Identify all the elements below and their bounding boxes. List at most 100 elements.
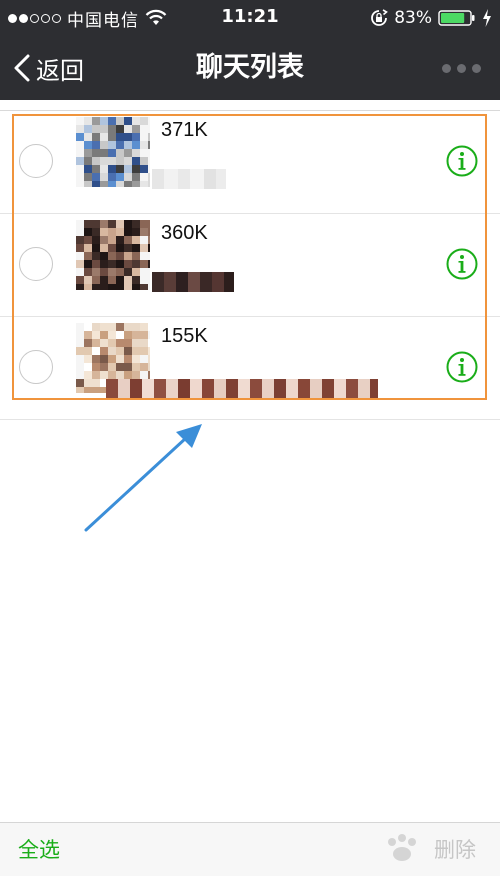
avatar-pixel	[140, 117, 148, 125]
chat-row[interactable]: 360K	[0, 214, 500, 317]
avatar-pixel	[76, 379, 84, 387]
chat-row[interactable]: 155K	[0, 317, 500, 420]
avatar-pixel	[84, 149, 92, 157]
avatar-pixel	[116, 355, 124, 363]
avatar-pixel	[100, 244, 108, 252]
avatar-pixel	[140, 125, 148, 133]
avatar-pixel	[140, 228, 148, 236]
avatar-pixel	[108, 355, 116, 363]
avatar-pixel	[140, 252, 148, 260]
avatar-pixel	[100, 133, 108, 141]
avatar-pixel	[92, 133, 100, 141]
battery-percent: 83%	[394, 8, 432, 28]
avatar-pixel	[92, 157, 100, 165]
avatar-pixel	[100, 149, 108, 157]
avatar-pixel	[76, 276, 84, 284]
avatar-pixel	[148, 141, 150, 149]
avatar-pixel	[140, 355, 148, 363]
avatar-pixel	[92, 149, 100, 157]
back-button[interactable]: 返回	[12, 36, 84, 100]
avatar-pixel	[116, 260, 124, 268]
avatar-pixel	[100, 125, 108, 133]
avatar-pixel	[100, 228, 108, 236]
avatar-pixel	[76, 149, 84, 157]
avatar-pixel	[76, 133, 84, 141]
avatar-pixel	[132, 252, 140, 260]
delete-button[interactable]: 删除	[434, 823, 476, 876]
avatar-pixel	[132, 355, 140, 363]
avatar-pixel	[124, 355, 132, 363]
avatar-pixel	[116, 339, 124, 347]
avatar-pixel	[140, 339, 148, 347]
avatar-pixel	[116, 363, 124, 371]
avatar-pixel	[84, 371, 92, 379]
avatar-pixel	[100, 236, 108, 244]
select-all-button[interactable]: 全选	[18, 823, 60, 876]
avatar-pixel	[76, 117, 84, 125]
avatar-pixel	[92, 331, 100, 339]
avatar-pixel	[100, 117, 108, 125]
chevron-left-icon	[14, 54, 30, 82]
bottom-toolbar: 全选 删除	[0, 822, 500, 876]
avatar-pixel	[100, 331, 108, 339]
avatar-pixel	[108, 252, 116, 260]
avatar-pixel	[108, 117, 116, 125]
avatar-pixel	[140, 141, 148, 149]
avatar-pixel	[140, 149, 148, 157]
avatar-pixel	[140, 323, 148, 331]
select-radio[interactable]	[19, 247, 53, 281]
chat-list: 371K 360K 155K	[0, 100, 500, 420]
avatar-pixel	[124, 331, 132, 339]
avatar-pixel	[108, 331, 116, 339]
avatar-pixel	[84, 236, 92, 244]
rotation-lock-icon	[371, 9, 389, 26]
avatar-pixel	[76, 387, 84, 393]
avatar-pixel	[124, 141, 132, 149]
avatar-pixel	[108, 133, 116, 141]
info-icon[interactable]	[446, 248, 478, 280]
signal-dots-icon	[8, 13, 61, 23]
avatar-pixel	[124, 363, 132, 371]
avatar-pixel	[76, 228, 84, 236]
avatar-pixel	[76, 173, 84, 181]
select-radio[interactable]	[19, 144, 53, 178]
chat-name-blurred	[86, 272, 234, 292]
avatar-pixel	[116, 157, 124, 165]
chat-row[interactable]: 371K	[0, 111, 500, 214]
carrier-label: 中国电信	[67, 10, 139, 31]
avatar-pixel	[100, 371, 108, 379]
avatar-pixel	[116, 220, 124, 228]
avatar-pixel	[108, 157, 116, 165]
info-icon[interactable]	[446, 145, 478, 177]
avatar-pixel	[116, 252, 124, 260]
avatar-pixel	[100, 220, 108, 228]
avatar-pixel	[100, 323, 108, 331]
avatar-pixel	[140, 347, 148, 355]
avatar-pixel	[132, 125, 140, 133]
avatar-pixel	[84, 252, 92, 260]
avatar-pixel	[148, 236, 150, 244]
info-icon[interactable]	[446, 351, 478, 383]
avatar-pixel	[84, 355, 92, 363]
avatar-pixel	[92, 117, 100, 125]
avatar-pixel	[124, 236, 132, 244]
avatar-pixel	[132, 236, 140, 244]
avatar-pixel	[132, 149, 140, 157]
nav-bar: 返回 聊天列表	[0, 36, 500, 100]
wifi-icon	[145, 9, 167, 25]
more-dots-icon[interactable]	[442, 62, 482, 74]
chat-list-screen: 中国电信 11:21 83% 返回 聊天列表 371K 360K 155K 全选…	[0, 0, 500, 876]
avatar-pixel	[108, 339, 116, 347]
list-top-spacer	[0, 100, 500, 111]
avatar-pixel	[132, 117, 140, 125]
avatar-pixel	[84, 347, 92, 355]
avatar-pixel	[148, 133, 150, 141]
select-radio[interactable]	[19, 350, 53, 384]
avatar-pixel	[100, 157, 108, 165]
avatar-pixel	[84, 125, 92, 133]
avatar-pixel	[116, 125, 124, 133]
avatar-pixel	[108, 141, 116, 149]
avatar-pixel	[132, 244, 140, 252]
status-left: 中国电信	[8, 6, 167, 31]
avatar-pixel	[84, 117, 92, 125]
